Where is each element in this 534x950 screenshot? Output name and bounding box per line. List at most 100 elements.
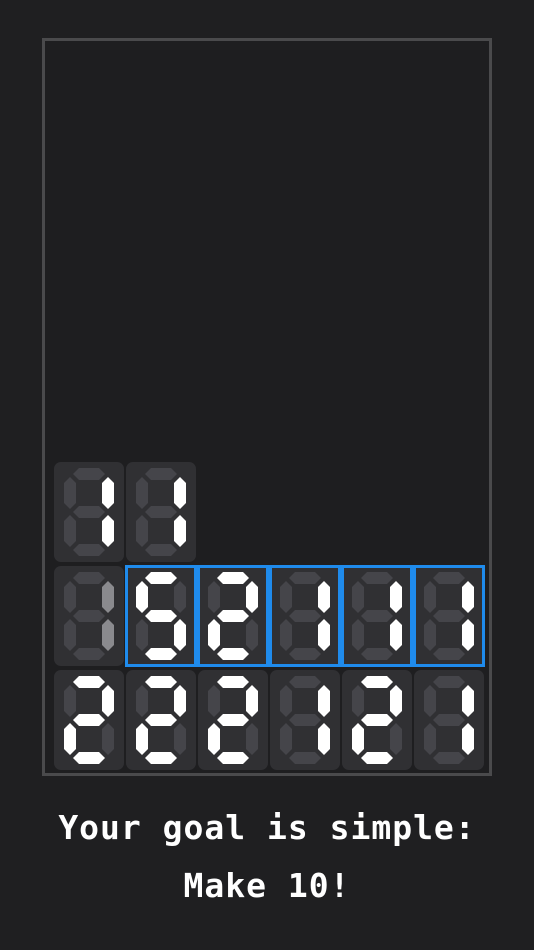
- segment-c: [102, 619, 114, 651]
- segment-c: [462, 619, 474, 651]
- seven-segment-digit: [280, 676, 330, 764]
- segment-e: [136, 723, 148, 755]
- segment-a: [289, 572, 321, 584]
- segment-g: [73, 506, 105, 518]
- segment-d: [361, 648, 393, 660]
- segment-g: [217, 714, 249, 726]
- number-tile[interactable]: [54, 462, 124, 562]
- segment-g: [433, 714, 465, 726]
- segment-c: [390, 619, 402, 651]
- segment-b: [174, 685, 186, 717]
- segment-d: [145, 648, 177, 660]
- segment-e: [352, 619, 364, 651]
- seven-segment-digit: [424, 676, 474, 764]
- number-tile[interactable]: [198, 566, 268, 666]
- segment-b: [246, 685, 258, 717]
- segment-g: [361, 610, 393, 622]
- segment-d: [73, 648, 105, 660]
- number-tile[interactable]: [54, 566, 124, 666]
- segment-a: [73, 468, 105, 480]
- segment-b: [174, 477, 186, 509]
- seven-segment-digit: [136, 468, 186, 556]
- segment-g: [433, 610, 465, 622]
- segment-e: [280, 619, 292, 651]
- segment-c: [318, 619, 330, 651]
- segment-c: [174, 619, 186, 651]
- segment-e: [208, 619, 220, 651]
- segment-f: [136, 477, 148, 509]
- segment-d: [361, 752, 393, 764]
- segment-a: [73, 572, 105, 584]
- segment-e: [64, 619, 76, 651]
- segment-b: [246, 581, 258, 613]
- segment-c: [102, 515, 114, 547]
- segment-f: [280, 581, 292, 613]
- segment-b: [102, 477, 114, 509]
- segment-c: [390, 723, 402, 755]
- segment-g: [145, 714, 177, 726]
- segment-g: [73, 714, 105, 726]
- segment-b: [102, 581, 114, 613]
- segment-c: [174, 723, 186, 755]
- number-tile[interactable]: [126, 670, 196, 770]
- seven-segment-digit: [64, 572, 114, 660]
- number-tile[interactable]: [54, 670, 124, 770]
- seven-segment-digit: [64, 676, 114, 764]
- segment-d: [145, 544, 177, 556]
- segment-a: [73, 676, 105, 688]
- segment-a: [145, 676, 177, 688]
- number-tile[interactable]: [270, 566, 340, 666]
- segment-d: [217, 752, 249, 764]
- segment-b: [102, 685, 114, 717]
- segment-g: [73, 610, 105, 622]
- segment-e: [280, 723, 292, 755]
- segment-c: [102, 723, 114, 755]
- segment-d: [73, 544, 105, 556]
- segment-f: [64, 685, 76, 717]
- segment-d: [433, 752, 465, 764]
- segment-f: [208, 685, 220, 717]
- segment-g: [361, 714, 393, 726]
- number-tile[interactable]: [342, 566, 412, 666]
- segment-e: [424, 723, 436, 755]
- number-tile[interactable]: [414, 566, 484, 666]
- segment-a: [145, 572, 177, 584]
- instruction-line-1: Your goal is simple:: [58, 808, 476, 847]
- number-tile[interactable]: [342, 670, 412, 770]
- segment-d: [433, 648, 465, 660]
- seven-segment-digit: [352, 572, 402, 660]
- seven-segment-digit: [136, 676, 186, 764]
- seven-segment-digit: [352, 676, 402, 764]
- number-tile[interactable]: [414, 670, 484, 770]
- segment-b: [174, 581, 186, 613]
- number-tile[interactable]: [270, 670, 340, 770]
- segment-d: [289, 648, 321, 660]
- segment-a: [217, 572, 249, 584]
- segment-e: [136, 515, 148, 547]
- instruction-line-2: Make 10!: [183, 866, 351, 905]
- segment-f: [64, 477, 76, 509]
- segment-d: [217, 648, 249, 660]
- segment-e: [64, 723, 76, 755]
- segment-f: [280, 685, 292, 717]
- number-tile[interactable]: [126, 462, 196, 562]
- segment-f: [64, 581, 76, 613]
- segment-f: [208, 581, 220, 613]
- segment-c: [246, 723, 258, 755]
- segment-d: [289, 752, 321, 764]
- segment-f: [352, 685, 364, 717]
- segment-e: [352, 723, 364, 755]
- number-tile[interactable]: [198, 670, 268, 770]
- segment-f: [136, 685, 148, 717]
- seven-segment-digit: [136, 572, 186, 660]
- segment-c: [462, 723, 474, 755]
- segment-b: [462, 581, 474, 613]
- segment-g: [217, 610, 249, 622]
- segment-f: [424, 581, 436, 613]
- segment-b: [462, 685, 474, 717]
- number-tile[interactable]: [126, 566, 196, 666]
- segment-a: [361, 676, 393, 688]
- segment-a: [217, 676, 249, 688]
- seven-segment-digit: [64, 468, 114, 556]
- segment-f: [424, 685, 436, 717]
